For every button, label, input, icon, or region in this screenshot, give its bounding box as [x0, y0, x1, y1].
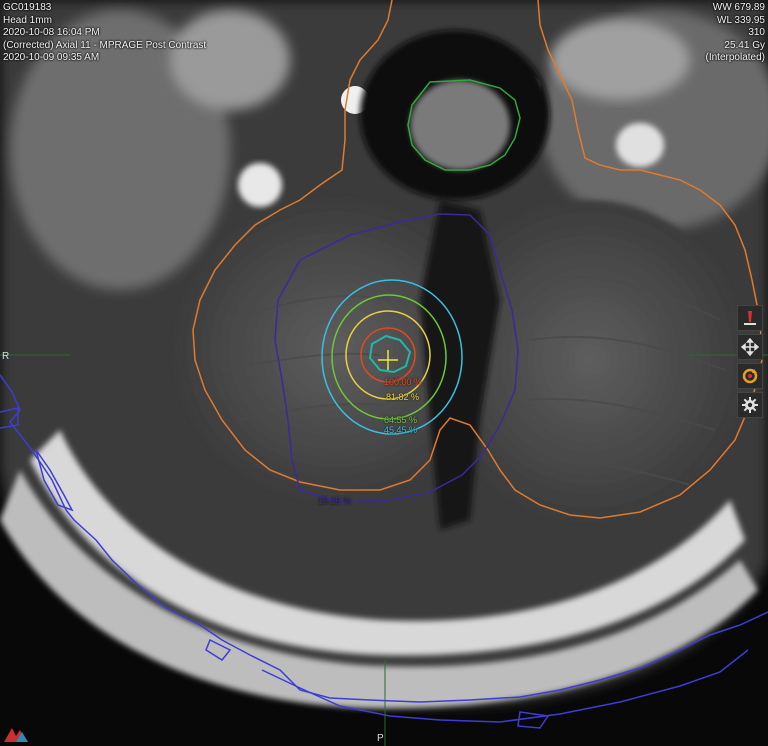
overlay-window-info: WW 679.89 WL 339.95 310 25.41 Gy (Interp…: [706, 1, 765, 64]
isodose-label-45: 45.45 %: [384, 425, 418, 435]
move-icon: [741, 338, 759, 356]
slice-number: 310: [748, 27, 765, 38]
dose-readout: 25.41 Gy: [724, 39, 765, 51]
overlay-patient-info: GC019183 Head 1mm 2020-10-08 16:04 PM (C…: [3, 1, 206, 64]
rotate-tool-button[interactable]: [737, 363, 763, 389]
mri-axial-slice[interactable]: [0, 0, 768, 746]
window-level: WL 339.95: [717, 14, 765, 26]
dicom-viewport[interactable]: 100.00 % 81.82 % 64.55 % 45.45 % 15.15 %…: [0, 0, 768, 746]
rotate-icon: [742, 368, 758, 384]
app-logo-icon: [4, 728, 28, 742]
isodose-label-81: 81.82 %: [386, 392, 420, 402]
protocol: Head 1mm: [3, 14, 52, 26]
pencil-icon: [744, 311, 756, 325]
isodose-label-64: 64.55 %: [384, 415, 418, 425]
interpolation-status: (Interpolated): [705, 52, 765, 63]
isodose-label-100: 100.00 %: [384, 377, 423, 387]
window-width: WW 679.89: [712, 2, 765, 13]
orientation-right: R: [2, 351, 10, 362]
pencil-tool-button[interactable]: [737, 305, 763, 331]
plan-time: 2020-10-09 09:35 AM: [3, 52, 100, 63]
acquisition-time: 2020-10-08 16:04 PM: [3, 27, 100, 38]
settings-tool-button[interactable]: [737, 392, 763, 418]
patient-id: GC019183: [3, 2, 52, 13]
move-tool-button[interactable]: [737, 334, 763, 360]
viewport-toolbar: [737, 305, 763, 421]
orientation-posterior: P: [377, 733, 384, 744]
gear-icon: [742, 397, 758, 413]
series-description: (Corrected) Axial 11 - MPRAGE Post Contr…: [3, 39, 207, 51]
isodose-label-15: 15.15 %: [318, 496, 352, 506]
